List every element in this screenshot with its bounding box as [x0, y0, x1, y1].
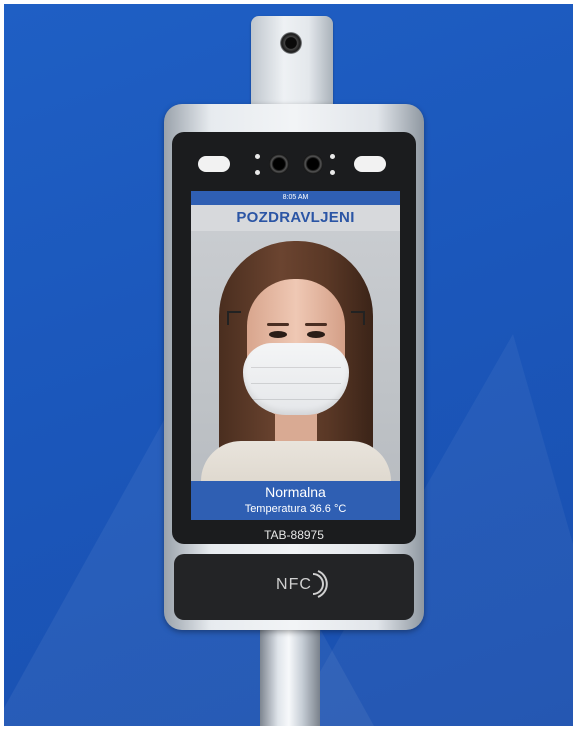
temperature-readout: Temperatura 36.6 °C	[244, 503, 347, 515]
nfc-label: NFC	[174, 576, 414, 594]
greeting-title: POZDRAVLJENI	[236, 209, 355, 226]
nfc-icon	[312, 570, 328, 598]
status-time: 8:05 AM	[191, 191, 400, 205]
face-frame-corner	[351, 311, 365, 325]
ir-sensor-right	[354, 156, 386, 172]
mask-pleat	[251, 383, 341, 384]
front-camera-icon	[269, 154, 289, 174]
camera-icon	[280, 32, 302, 54]
eyebrow	[305, 323, 327, 326]
result-banner: Normalna Temperatura 36.6 °C	[191, 481, 400, 520]
eye	[307, 331, 325, 338]
face-capture-view	[191, 231, 400, 493]
eyebrow	[267, 323, 289, 326]
device-screen[interactable]: 8:05 AM POZDRAVLJENI Normalna Temperatur…	[191, 191, 400, 520]
mask-pleat	[251, 399, 341, 400]
stand-pole	[260, 622, 320, 726]
front-camera-icon	[303, 154, 323, 174]
photo-frame: 8:05 AM POZDRAVLJENI Normalna Temperatur…	[4, 4, 573, 726]
indicator-dot	[255, 154, 260, 159]
ir-sensor-left	[198, 156, 230, 172]
mask-pleat	[251, 367, 341, 368]
model-label: TAB-88975	[264, 528, 324, 542]
face-mask	[243, 343, 349, 415]
eye	[269, 331, 287, 338]
thermal-camera-module	[251, 16, 333, 111]
result-title: Normalna	[265, 484, 326, 500]
indicator-dot	[255, 170, 260, 175]
indicator-dot	[330, 154, 335, 159]
indicator-dot	[330, 170, 335, 175]
face-frame-corner	[227, 311, 241, 325]
